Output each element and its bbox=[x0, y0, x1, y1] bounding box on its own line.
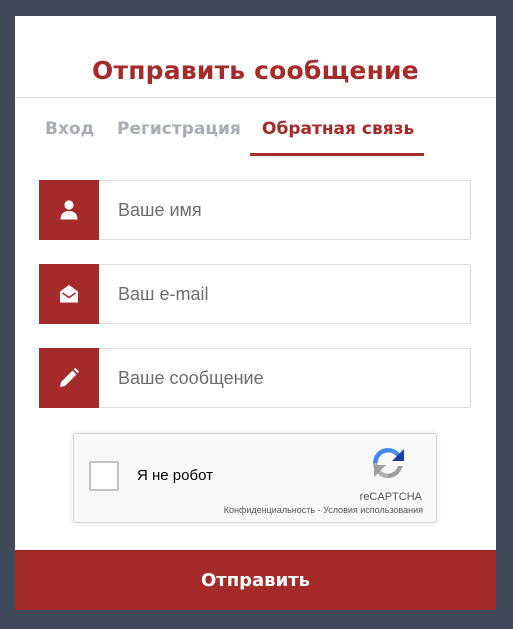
recaptcha-label: Я не робот bbox=[137, 467, 213, 484]
recaptcha-logo-icon bbox=[369, 444, 407, 486]
name-field-group bbox=[39, 180, 471, 240]
submit-button[interactable]: Отправить bbox=[15, 550, 496, 610]
tab-login[interactable]: Вход bbox=[45, 119, 94, 139]
recaptcha-widget: Я не робот reCAPTCHA Конфиденциальность … bbox=[73, 433, 437, 523]
pencil-icon bbox=[39, 348, 99, 408]
recaptcha-link-separator: - bbox=[317, 505, 321, 515]
email-input[interactable] bbox=[99, 264, 471, 324]
message-input[interactable] bbox=[99, 348, 471, 408]
envelope-open-icon bbox=[39, 264, 99, 324]
modal-title: Отправить сообщение bbox=[92, 56, 419, 85]
name-input[interactable] bbox=[99, 180, 471, 240]
recaptcha-terms-link[interactable]: Условия использования bbox=[323, 505, 423, 515]
message-field-group bbox=[39, 348, 471, 408]
tab-feedback[interactable]: Обратная связь bbox=[262, 119, 414, 139]
feedback-modal: Отправить сообщение Вход Регистрация Обр… bbox=[15, 16, 496, 610]
tab-registration[interactable]: Регистрация bbox=[117, 119, 241, 139]
recaptcha-privacy-link[interactable]: Конфиденциальность bbox=[224, 505, 315, 515]
recaptcha-checkbox[interactable] bbox=[89, 461, 119, 491]
email-field-group bbox=[39, 264, 471, 324]
active-tab-indicator bbox=[250, 153, 424, 156]
recaptcha-brand: reCAPTCHA bbox=[359, 491, 422, 503]
user-icon bbox=[39, 180, 99, 240]
title-divider bbox=[15, 97, 496, 98]
recaptcha-links: Конфиденциальность - Условия использован… bbox=[224, 505, 423, 515]
